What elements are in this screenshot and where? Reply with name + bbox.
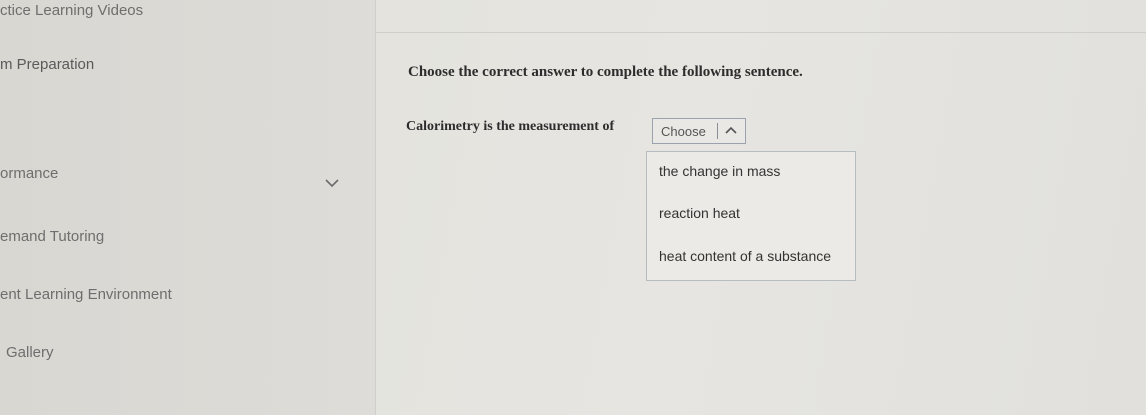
sidebar-item-label: ctice Learning Videos	[0, 2, 144, 19]
sidebar-item-preparation[interactable]: m Preparation	[0, 56, 94, 73]
sidebar-item-gallery[interactable]: Gallery	[6, 344, 54, 361]
option-heat-content[interactable]: heat content of a substance	[659, 248, 831, 264]
sidebar-item-label: ent Learning Environment	[0, 286, 172, 303]
question-instruction: Choose the correct answer to complete th…	[408, 64, 803, 80]
option-reaction-heat[interactable]: reaction heat	[659, 205, 740, 221]
option-change-in-mass[interactable]: the change in mass	[659, 163, 780, 179]
select-value: Choose	[661, 124, 706, 139]
header-divider	[375, 32, 1146, 33]
sidebar-item-tutoring[interactable]: emand Tutoring	[0, 228, 104, 245]
sidebar-item-label: ormance	[0, 165, 59, 182]
sidebar-item-performance[interactable]: ormance	[0, 165, 58, 182]
sidebar-item-label: m Preparation	[0, 56, 95, 73]
answer-select[interactable]: Choose	[652, 118, 746, 144]
sidebar-item-learning-videos[interactable]: ctice Learning Videos	[0, 2, 143, 19]
sidebar-item-learning-environment[interactable]: ent Learning Environment	[0, 286, 172, 303]
select-divider	[717, 123, 718, 139]
sidebar: ctice Learning Videos m Preparation orma…	[0, 0, 376, 415]
sidebar-item-label: emand Tutoring	[0, 228, 105, 245]
answer-dropdown-menu: the change in mass reaction heat heat co…	[646, 151, 856, 281]
question-sentence: Calorimetry is the measurement of	[406, 119, 615, 134]
sidebar-item-label: Gallery	[6, 344, 54, 361]
caret-up-icon	[725, 126, 737, 134]
chevron-down-icon[interactable]	[323, 177, 341, 189]
